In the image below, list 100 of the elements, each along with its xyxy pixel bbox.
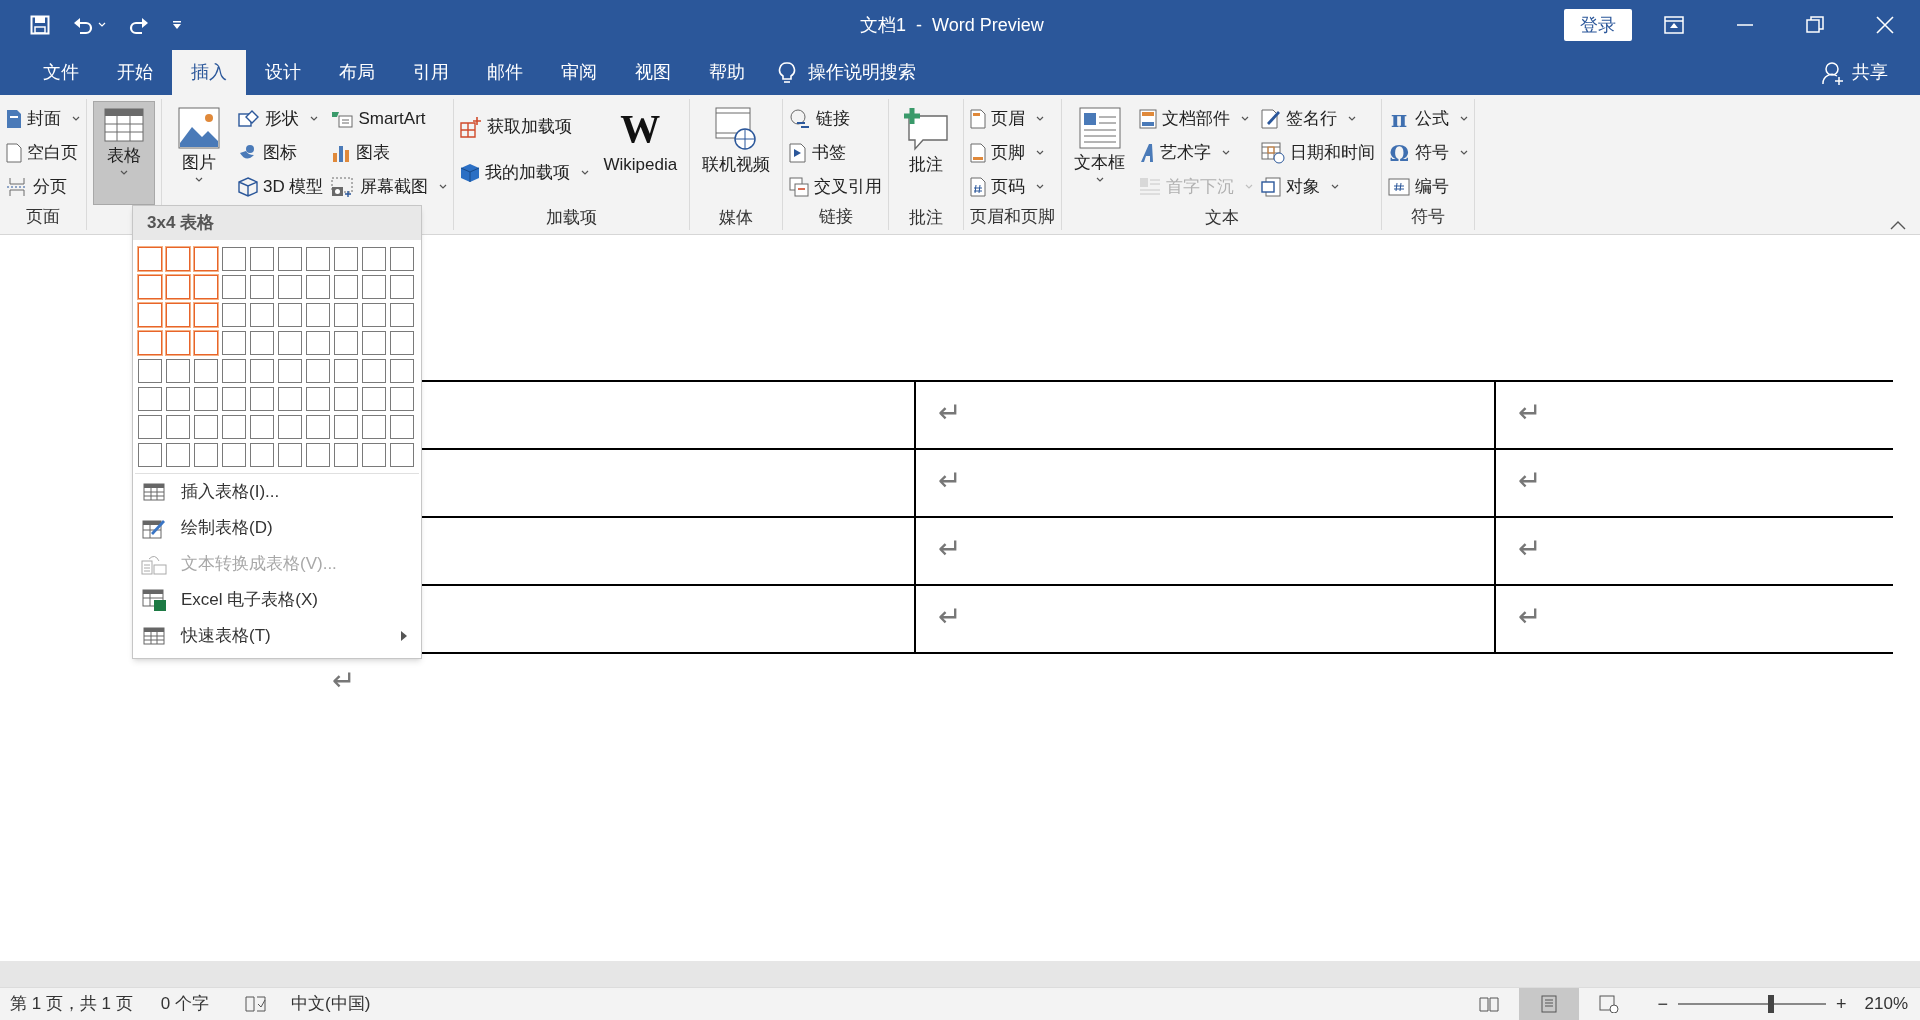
ribbon-tab[interactable]: 文件: [24, 50, 98, 95]
grid-cell[interactable]: [166, 415, 190, 439]
grid-cell[interactable]: [222, 303, 246, 327]
grid-cell[interactable]: [194, 443, 218, 467]
restore-icon[interactable]: [1806, 16, 1824, 34]
menu-item[interactable]: 插入表格(I)...: [133, 474, 421, 510]
ribbon-button[interactable]: 对象: [1261, 173, 1376, 201]
zoom-in-button[interactable]: +: [1836, 990, 1847, 1018]
grid-cell[interactable]: [222, 331, 246, 355]
ribbon-button[interactable]: π 公式: [1388, 105, 1469, 133]
ribbon-button[interactable]: 签名行: [1261, 105, 1376, 133]
ribbon-tab[interactable]: 邮件: [468, 50, 542, 95]
grid-cell[interactable]: [362, 415, 386, 439]
zoom-slider[interactable]: [1678, 995, 1826, 1013]
grid-cell[interactable]: [222, 415, 246, 439]
grid-cell[interactable]: [166, 247, 190, 271]
grid-cell[interactable]: [390, 303, 414, 327]
grid-cell[interactable]: [278, 443, 302, 467]
grid-cell[interactable]: [362, 331, 386, 355]
ribbon-button[interactable]: 文档部件: [1139, 105, 1254, 133]
ribbon-button[interactable]: Ω 符号: [1388, 139, 1469, 167]
ribbon-tab[interactable]: 帮助: [690, 50, 764, 95]
grid-cell[interactable]: [194, 247, 218, 271]
ribbon-button[interactable]: 页脚: [970, 139, 1045, 167]
grid-cell[interactable]: [194, 359, 218, 383]
grid-cell[interactable]: [334, 415, 358, 439]
grid-cell[interactable]: [306, 275, 330, 299]
grid-cell[interactable]: [390, 275, 414, 299]
ribbon-button[interactable]: 图表: [331, 139, 448, 167]
grid-cell[interactable]: [334, 387, 358, 411]
undo-icon[interactable]: [72, 15, 94, 35]
redo-icon[interactable]: [128, 15, 150, 35]
grid-cell[interactable]: [390, 359, 414, 383]
grid-cell[interactable]: [250, 359, 274, 383]
grid-cell[interactable]: [278, 387, 302, 411]
grid-cell[interactable]: [138, 247, 162, 271]
grid-cell[interactable]: [278, 247, 302, 271]
grid-cell[interactable]: [250, 415, 274, 439]
grid-cell[interactable]: [278, 359, 302, 383]
grid-cell[interactable]: [222, 387, 246, 411]
grid-cell[interactable]: [166, 331, 190, 355]
ribbon-button[interactable]: 形状: [238, 105, 324, 133]
grid-cell[interactable]: [390, 387, 414, 411]
grid-cell[interactable]: [194, 331, 218, 355]
ribbon-tab[interactable]: 插入: [172, 50, 246, 95]
proofing-icon[interactable]: [245, 995, 267, 1013]
grid-cell[interactable]: [334, 303, 358, 327]
grid-cell[interactable]: [334, 359, 358, 383]
ribbon-button[interactable]: 3D 模型: [238, 173, 324, 201]
menu-item[interactable]: 快速表格(T): [133, 618, 421, 654]
grid-cell[interactable]: [306, 443, 330, 467]
grid-cell[interactable]: [306, 415, 330, 439]
grid-cell[interactable]: [250, 387, 274, 411]
grid-cell[interactable]: [334, 275, 358, 299]
grid-cell[interactable]: [278, 303, 302, 327]
grid-cell[interactable]: [334, 247, 358, 271]
share-button[interactable]: 共享: [1822, 50, 1888, 95]
grid-cell[interactable]: [222, 443, 246, 467]
ribbon-button[interactable]: 页码: [970, 173, 1045, 201]
grid-cell[interactable]: [166, 387, 190, 411]
ribbon-tab[interactable]: 引用: [394, 50, 468, 95]
ribbon-tab[interactable]: 布局: [320, 50, 394, 95]
close-icon[interactable]: [1876, 16, 1894, 34]
grid-cell[interactable]: [138, 331, 162, 355]
grid-cell[interactable]: [138, 387, 162, 411]
grid-cell[interactable]: [278, 275, 302, 299]
grid-cell[interactable]: [250, 303, 274, 327]
grid-cell[interactable]: [390, 415, 414, 439]
login-button[interactable]: 登录: [1564, 9, 1632, 41]
grid-cell[interactable]: [250, 247, 274, 271]
grid-cell[interactable]: [390, 331, 414, 355]
grid-cell[interactable]: [250, 331, 274, 355]
grid-cell[interactable]: [362, 247, 386, 271]
grid-cell[interactable]: [390, 247, 414, 271]
ribbon-button[interactable]: 获取加载项: [460, 113, 590, 141]
grid-cell[interactable]: [306, 331, 330, 355]
ribbon-button[interactable]: 文本框: [1068, 101, 1132, 205]
horizontal-scrollbar[interactable]: [0, 961, 1920, 987]
grid-cell[interactable]: [194, 387, 218, 411]
grid-cell[interactable]: [306, 359, 330, 383]
ribbon-button[interactable]: 交叉引用: [789, 173, 883, 201]
ribbon-button[interactable]: 图片: [168, 101, 230, 205]
menu-item[interactable]: 绘制表格(D): [133, 510, 421, 546]
grid-cell[interactable]: [306, 303, 330, 327]
ribbon-button[interactable]: 屏幕截图: [331, 173, 448, 201]
grid-cell[interactable]: [222, 247, 246, 271]
ribbon-button[interactable]: 我的加载项: [460, 159, 590, 187]
grid-cell[interactable]: [222, 359, 246, 383]
grid-cell[interactable]: [362, 359, 386, 383]
ribbon-tab[interactable]: 设计: [246, 50, 320, 95]
ribbon-button[interactable]: SmartArt: [331, 105, 448, 133]
grid-cell[interactable]: [194, 275, 218, 299]
grid-cell[interactable]: [334, 331, 358, 355]
slider-thumb[interactable]: [1768, 995, 1775, 1013]
save-icon[interactable]: [30, 15, 50, 35]
grid-cell[interactable]: [306, 387, 330, 411]
grid-cell[interactable]: [390, 443, 414, 467]
ribbon-button[interactable]: 艺术字: [1139, 139, 1254, 167]
ribbon-tab[interactable]: 视图: [616, 50, 690, 95]
grid-cell[interactable]: [362, 443, 386, 467]
